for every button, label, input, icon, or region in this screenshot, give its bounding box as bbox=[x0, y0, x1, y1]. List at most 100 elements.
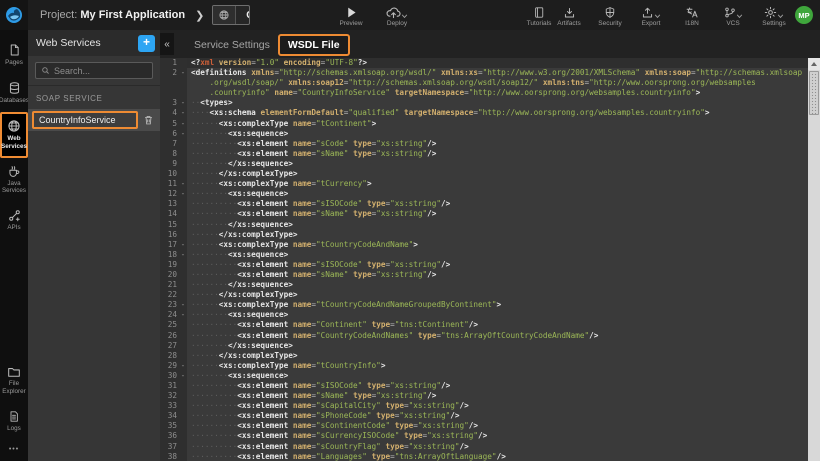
code-line[interactable]: 33··········<xs:element name="sCapitalCi… bbox=[160, 401, 808, 411]
fold-marker bbox=[179, 209, 187, 219]
action-security[interactable]: Security bbox=[595, 4, 625, 27]
fold-marker[interactable]: - bbox=[179, 189, 187, 199]
sidebar-item-pages[interactable]: Pages bbox=[0, 36, 28, 74]
action-export[interactable]: Export bbox=[636, 4, 666, 27]
line-number: 28 bbox=[160, 351, 179, 361]
code-line[interactable]: 2-<definitions xmlns="http://schemas.xml… bbox=[160, 68, 808, 78]
code-line[interactable]: 34··········<xs:element name="sPhoneCode… bbox=[160, 411, 808, 421]
code-text: ··········<xs:element name="sCountryFlag… bbox=[187, 442, 808, 452]
fold-marker[interactable]: - bbox=[179, 129, 187, 139]
code-line[interactable]: 24-········<xs:sequence> bbox=[160, 310, 808, 320]
action-deploy[interactable]: Deploy bbox=[382, 4, 412, 27]
code-line[interactable]: 28······</xs:complexType> bbox=[160, 351, 808, 361]
code-line[interactable]: 4-····<xs:schema elementFormDefault="qua… bbox=[160, 108, 808, 118]
book-icon bbox=[533, 6, 545, 19]
tab-wsdl-file[interactable]: WSDL File bbox=[278, 34, 350, 56]
action-artifacts[interactable]: Artifacts bbox=[554, 4, 584, 27]
line-number: 21 bbox=[160, 280, 179, 290]
action-i18n[interactable]: I18N bbox=[677, 4, 707, 27]
code-line[interactable]: 5-······<xs:complexType name="tContinent… bbox=[160, 119, 808, 129]
code-line[interactable]: 20··········<xs:element name="sName" typ… bbox=[160, 270, 808, 280]
sidebar-item-java-services[interactable]: Java Services bbox=[0, 158, 28, 202]
code-line[interactable]: 18-········<xs:sequence> bbox=[160, 250, 808, 260]
code-line[interactable]: .org/wsdl/soap/" xmlns:soap12="http://sc… bbox=[160, 78, 808, 88]
code-line[interactable]: 36··········<xs:element name="sCurrencyI… bbox=[160, 431, 808, 441]
code-line[interactable]: 32··········<xs:element name="sName" typ… bbox=[160, 391, 808, 401]
sidebar-item-web-services[interactable]: Web Services bbox=[0, 112, 28, 157]
code-line[interactable]: 15········</xs:sequence> bbox=[160, 220, 808, 230]
code-line[interactable]: 16······</xs:complexType> bbox=[160, 230, 808, 240]
fold-marker[interactable]: - bbox=[179, 240, 187, 250]
collapse-panel-button[interactable]: « bbox=[160, 33, 174, 55]
action-vcs[interactable]: VCS bbox=[718, 4, 748, 27]
line-number: 24 bbox=[160, 310, 179, 320]
code-line[interactable]: 9········</xs:sequence> bbox=[160, 159, 808, 169]
code-line[interactable]: .countryinfo" name="CountryInfoService" … bbox=[160, 88, 808, 98]
code-line[interactable]: 31··········<xs:element name="sISOCode" … bbox=[160, 381, 808, 391]
code-text: ········</xs:sequence> bbox=[187, 159, 808, 169]
action-preview[interactable]: Preview bbox=[336, 4, 366, 27]
sidebar-item-databases[interactable]: Databases bbox=[0, 74, 28, 112]
code-line[interactable]: 17-······<xs:complexType name="tCountryC… bbox=[160, 240, 808, 250]
fold-marker[interactable]: - bbox=[179, 108, 187, 118]
code-line[interactable]: 13··········<xs:element name="sISOCode" … bbox=[160, 199, 808, 209]
code-line[interactable]: 27········</xs:sequence> bbox=[160, 341, 808, 351]
code-line[interactable]: 1<?xml version="1.0" encoding="UTF-8"?> bbox=[160, 58, 808, 68]
code-text: ······<xs:complexType name="tCurrency"> bbox=[187, 179, 808, 189]
editor-scrollbar[interactable] bbox=[808, 58, 820, 461]
code-line[interactable]: 38··········<xs:element name="Languages"… bbox=[160, 452, 808, 461]
scrollbar-thumb[interactable] bbox=[809, 71, 819, 115]
fold-marker[interactable]: - bbox=[179, 300, 187, 310]
code-line[interactable]: 8··········<xs:element name="sName" type… bbox=[160, 149, 808, 159]
scroll-up-button[interactable] bbox=[808, 58, 820, 70]
trash-icon[interactable] bbox=[143, 114, 154, 126]
service-list-item-countryinfoservice[interactable]: CountryInfoService bbox=[28, 109, 160, 131]
fold-marker[interactable]: - bbox=[179, 98, 187, 108]
soap-service-section-label: SOAP SERVICE bbox=[28, 86, 160, 109]
code-line[interactable]: 21········</xs:sequence> bbox=[160, 280, 808, 290]
action-tutorials[interactable]: Tutorials bbox=[524, 4, 554, 27]
fold-marker[interactable]: - bbox=[179, 310, 187, 320]
code-line[interactable]: 25··········<xs:element name="Continent"… bbox=[160, 320, 808, 330]
sidebar-item-apis[interactable]: APIs bbox=[0, 202, 28, 239]
tab-service-settings[interactable]: Service Settings bbox=[186, 36, 278, 54]
code-line[interactable]: 10······</xs:complexType> bbox=[160, 169, 808, 179]
code-line[interactable]: 19··········<xs:element name="sISOCode" … bbox=[160, 260, 808, 270]
fold-marker[interactable]: - bbox=[179, 250, 187, 260]
code-line[interactable]: 12-········<xs:sequence> bbox=[160, 189, 808, 199]
fold-marker[interactable]: - bbox=[179, 371, 187, 381]
code-text: ··<types> bbox=[187, 98, 808, 108]
sidebar-item-logs[interactable]: Logs bbox=[0, 403, 28, 440]
code-line[interactable]: 26··········<xs:element name="CountryCod… bbox=[160, 331, 808, 341]
code-line[interactable]: 30-········<xs:sequence> bbox=[160, 371, 808, 381]
code-area[interactable]: 1<?xml version="1.0" encoding="UTF-8"?>2… bbox=[160, 58, 808, 461]
sidebar-overflow-button[interactable]: ••• bbox=[0, 440, 28, 461]
add-service-button[interactable]: + bbox=[138, 35, 155, 52]
fold-marker[interactable]: - bbox=[179, 68, 187, 78]
fold-marker[interactable]: - bbox=[179, 179, 187, 189]
code-text: ··········<xs:element name="sCurrencyISO… bbox=[187, 431, 808, 441]
code-line[interactable]: 37··········<xs:element name="sCountryFl… bbox=[160, 442, 808, 452]
service-tab[interactable]: CountryInfoService bbox=[212, 5, 250, 25]
code-line[interactable]: 23-······<xs:complexType name="tCountryC… bbox=[160, 300, 808, 310]
code-line[interactable]: 11-······<xs:complexType name="tCurrency… bbox=[160, 179, 808, 189]
code-line[interactable]: 29-······<xs:complexType name="tCountryI… bbox=[160, 361, 808, 371]
search-input[interactable]: Search... bbox=[35, 62, 153, 79]
fold-marker[interactable]: - bbox=[179, 361, 187, 371]
sidebar-item-file-explorer[interactable]: File Explorer bbox=[0, 359, 28, 402]
code-line[interactable]: 35··········<xs:element name="sContinent… bbox=[160, 421, 808, 431]
user-avatar[interactable]: MP bbox=[795, 6, 813, 24]
code-line[interactable]: 6-········<xs:sequence> bbox=[160, 129, 808, 139]
line-number: 19 bbox=[160, 260, 179, 270]
code-line[interactable]: 14··········<xs:element name="sName" typ… bbox=[160, 209, 808, 219]
action-settings[interactable]: Settings bbox=[759, 4, 789, 27]
fold-marker[interactable]: - bbox=[179, 119, 187, 129]
code-line[interactable]: 3-··<types> bbox=[160, 98, 808, 108]
code-text: ··········<xs:element name="sName" type=… bbox=[187, 209, 808, 219]
code-text: ··········<xs:element name="sName" type=… bbox=[187, 149, 808, 159]
code-line[interactable]: 22······</xs:complexType> bbox=[160, 290, 808, 300]
project-name[interactable]: My First Application bbox=[80, 9, 185, 21]
line-number: 13 bbox=[160, 199, 179, 209]
app-logo[interactable] bbox=[0, 0, 28, 30]
code-line[interactable]: 7··········<xs:element name="sCode" type… bbox=[160, 139, 808, 149]
